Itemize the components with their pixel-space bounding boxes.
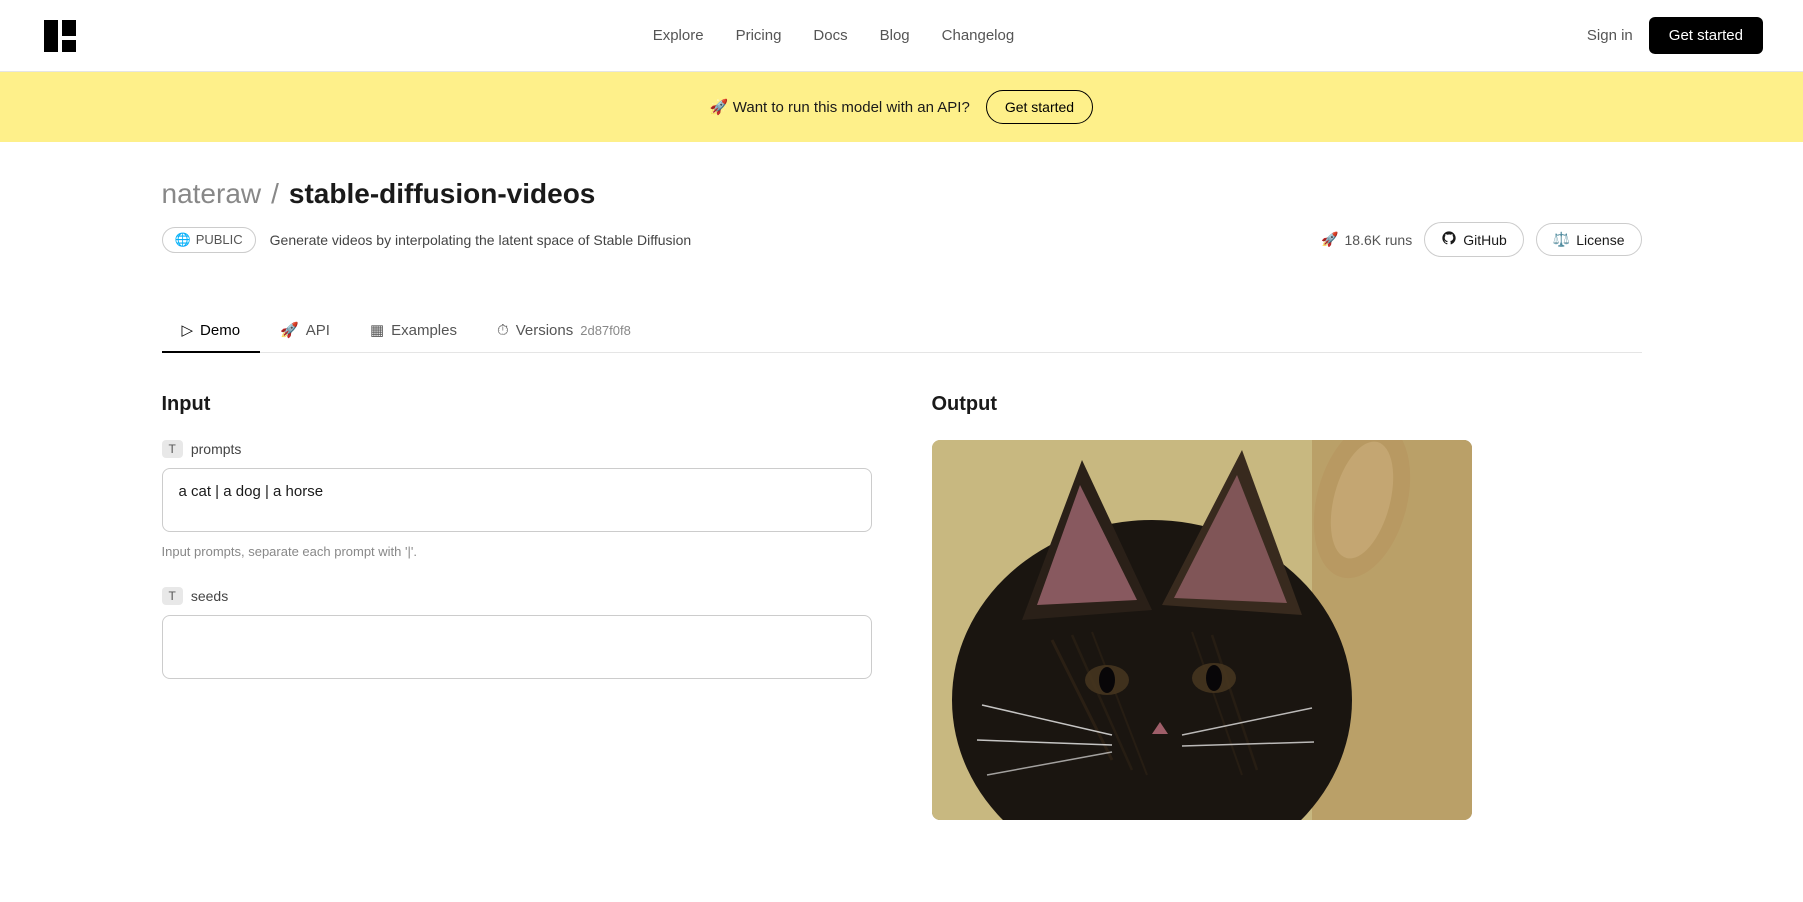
- prompts-input[interactable]: a cat | a dog | a horse: [162, 468, 872, 532]
- tab-api-label: API: [306, 322, 330, 339]
- nav-links: Explore Pricing Docs Blog Changelog: [653, 27, 1015, 44]
- seeds-type-badge: T: [162, 587, 183, 605]
- license-button[interactable]: ⚖️ License: [1536, 223, 1642, 256]
- cat-horse-image: [932, 440, 1472, 820]
- banner-text: 🚀 Want to run this model with an API?: [710, 98, 970, 116]
- model-name: stable-diffusion-videos: [289, 178, 595, 210]
- seeds-field-group: T seeds: [162, 587, 872, 683]
- logo[interactable]: [40, 16, 80, 56]
- github-label: GitHub: [1463, 232, 1507, 248]
- meta-right: 🚀 18.6K runs GitHub ⚖️ License: [1321, 222, 1641, 257]
- page-title-section: nateraw / stable-diffusion-videos 🌐 PUBL…: [162, 142, 1642, 281]
- output-image: [932, 440, 1472, 820]
- tab-examples[interactable]: ▦ Examples: [350, 309, 477, 353]
- output-image-container: [932, 440, 1472, 820]
- navbar: Explore Pricing Docs Blog Changelog Sign…: [0, 0, 1803, 72]
- nav-link-docs[interactable]: Docs: [813, 27, 847, 44]
- tab-api[interactable]: 🚀 API: [260, 309, 350, 353]
- seeds-input[interactable]: [162, 615, 872, 679]
- nav-actions: Sign in Get started: [1587, 17, 1763, 54]
- content-grid: Input T prompts a cat | a dog | a horse …: [162, 353, 1642, 860]
- license-label: License: [1576, 232, 1624, 248]
- prompts-field-label: T prompts: [162, 440, 872, 458]
- tab-examples-label: Examples: [391, 322, 457, 339]
- banner-message: Want to run this model with an API?: [733, 99, 970, 116]
- nav-link-blog[interactable]: Blog: [880, 27, 910, 44]
- meta-row: 🌐 PUBLIC Generate videos by interpolatin…: [162, 210, 1642, 257]
- tab-versions-label: Versions: [516, 322, 574, 339]
- rocket-small-icon: 🚀: [1321, 231, 1338, 248]
- output-title: Output: [932, 393, 1642, 416]
- model-author[interactable]: nateraw: [162, 178, 262, 210]
- visibility-badge: 🌐 PUBLIC: [162, 227, 256, 253]
- tab-versions[interactable]: ⏱ Versions 2d87f0f8: [477, 310, 651, 353]
- play-icon: ▷: [182, 321, 194, 339]
- input-panel: Input T prompts a cat | a dog | a horse …: [162, 393, 872, 820]
- tab-demo[interactable]: ▷ Demo: [162, 309, 261, 353]
- title-separator: /: [271, 178, 279, 210]
- page-title: nateraw / stable-diffusion-videos: [162, 178, 1642, 210]
- logo-icon: [40, 16, 80, 56]
- prompts-field-group: T prompts a cat | a dog | a horse Input …: [162, 440, 872, 559]
- model-description: Generate videos by interpolating the lat…: [270, 232, 692, 248]
- signin-link[interactable]: Sign in: [1587, 27, 1633, 44]
- globe-icon: 🌐: [175, 232, 191, 248]
- api-banner: 🚀 Want to run this model with an API? Ge…: [0, 72, 1803, 142]
- prompts-field-name: prompts: [191, 441, 242, 457]
- banner-get-started-button[interactable]: Get started: [986, 90, 1093, 124]
- tab-demo-label: Demo: [200, 322, 240, 339]
- banner-emoji: 🚀: [710, 99, 729, 116]
- clock-icon: ⏱: [497, 322, 509, 339]
- nav-link-changelog[interactable]: Changelog: [942, 27, 1015, 44]
- runs-value: 18.6K runs: [1345, 232, 1413, 248]
- github-icon: [1441, 230, 1457, 249]
- input-title: Input: [162, 393, 872, 416]
- version-hash: 2d87f0f8: [580, 323, 631, 338]
- prompts-hint: Input prompts, separate each prompt with…: [162, 544, 872, 559]
- license-icon: ⚖️: [1553, 231, 1570, 248]
- meta-left: 🌐 PUBLIC Generate videos by interpolatin…: [162, 227, 692, 253]
- tabs: ▷ Demo 🚀 API ▦ Examples ⏱ Versions 2d87f…: [162, 309, 1642, 353]
- seeds-field-label: T seeds: [162, 587, 872, 605]
- get-started-nav-button[interactable]: Get started: [1649, 17, 1763, 54]
- runs-count: 🚀 18.6K runs: [1321, 231, 1412, 248]
- output-panel: Output: [932, 393, 1642, 820]
- main-content: nateraw / stable-diffusion-videos 🌐 PUBL…: [122, 142, 1682, 860]
- seeds-field-name: seeds: [191, 588, 228, 604]
- api-rocket-icon: 🚀: [280, 321, 299, 339]
- github-button[interactable]: GitHub: [1424, 222, 1524, 257]
- prompts-type-badge: T: [162, 440, 183, 458]
- nav-link-pricing[interactable]: Pricing: [736, 27, 782, 44]
- grid-icon: ▦: [370, 321, 384, 339]
- nav-link-explore[interactable]: Explore: [653, 27, 704, 44]
- visibility-label: PUBLIC: [196, 232, 243, 247]
